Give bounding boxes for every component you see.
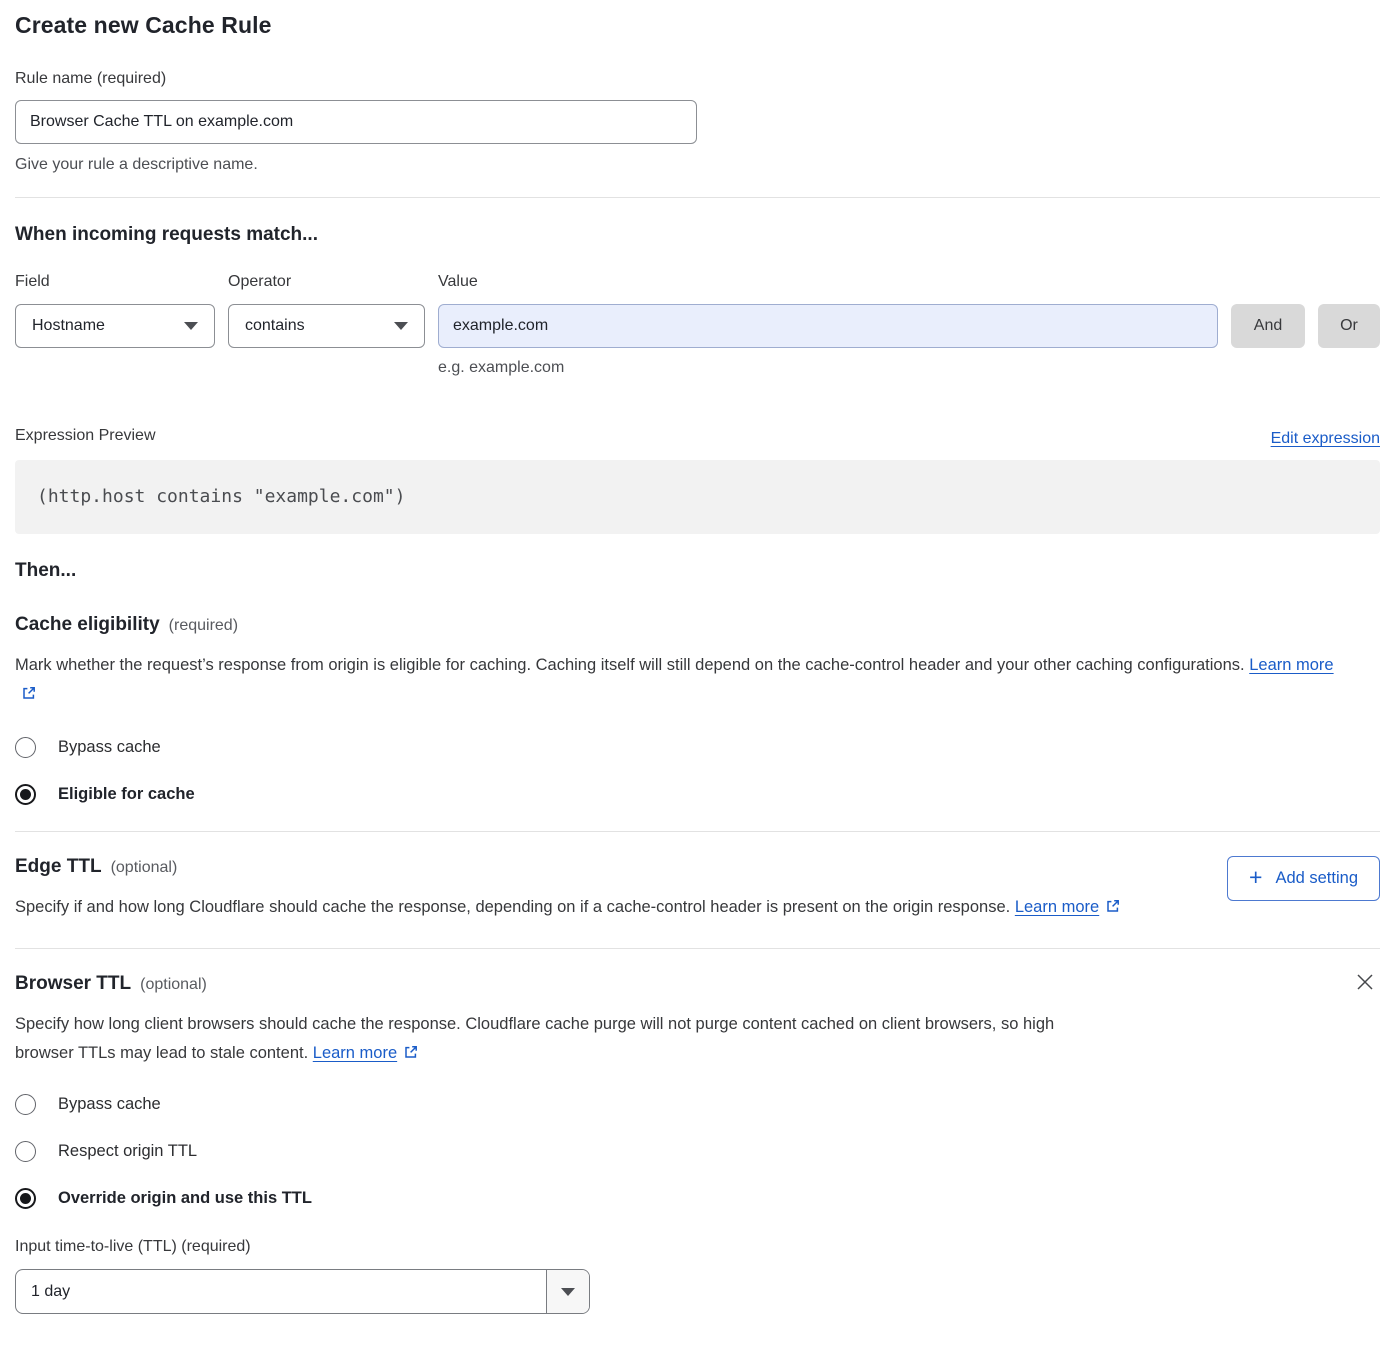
match-row: Field Hostname Operator contains Value A…: [15, 270, 1380, 348]
operator-select-value: contains: [245, 317, 305, 335]
radio-label: Respect origin TTL: [58, 1142, 197, 1161]
page-title: Create new Cache Rule: [15, 12, 1380, 39]
add-setting-label: Add setting: [1275, 869, 1358, 888]
edge-ttl-learn-more-link[interactable]: Learn more: [1015, 898, 1099, 916]
cache-eligibility-learn-more-link[interactable]: Learn more: [1249, 656, 1333, 674]
radio-icon[interactable]: [15, 1094, 36, 1115]
value-label: Value: [438, 270, 1218, 294]
ttl-select-value: 1 day: [16, 1270, 546, 1313]
field-select[interactable]: Hostname: [15, 304, 215, 348]
edge-ttl-description-text: Specify if and how long Cloudflare shoul…: [15, 898, 1010, 916]
external-link-icon: [1105, 895, 1121, 924]
radio-label: Bypass cache: [58, 1095, 161, 1114]
value-input[interactable]: [438, 304, 1218, 348]
field-label: Field: [15, 270, 215, 294]
cache-eligibility-radio-group: Bypass cache Eligible for cache: [15, 737, 1380, 805]
expression-preview-header: Expression Preview Edit expression: [15, 424, 1380, 448]
browser-ttl-radio-group: Bypass cache Respect origin TTL Override…: [15, 1094, 1380, 1209]
external-link-icon: [21, 682, 37, 711]
radio-icon[interactable]: [15, 1141, 36, 1162]
then-heading: Then...: [15, 558, 1380, 584]
rule-name-label: Rule name (required): [15, 67, 1380, 91]
browser-ttl-description: Specify how long client browsers should …: [15, 1010, 1115, 1070]
remove-browser-ttl-button[interactable]: [1350, 967, 1380, 1000]
radio-option-eligible-for-cache[interactable]: Eligible for cache: [15, 784, 1380, 805]
radio-option-respect-origin-ttl[interactable]: Respect origin TTL: [15, 1141, 1380, 1162]
chevron-down-icon: [394, 322, 408, 330]
radio-label: Eligible for cache: [58, 785, 195, 804]
operator-label: Operator: [228, 270, 425, 294]
browser-ttl-qualifier: (optional): [140, 976, 207, 994]
external-link-icon: [403, 1041, 419, 1070]
browser-ttl-section: Browser TTL (optional) Specify how long …: [15, 949, 1380, 1070]
browser-ttl-title: Browser TTL: [15, 971, 131, 997]
rule-name-input[interactable]: [15, 100, 697, 144]
rule-name-helper: Give your rule a descriptive name.: [15, 153, 1380, 177]
chevron-down-icon: [184, 322, 198, 330]
expression-code-box: (http.host contains "example.com"): [15, 460, 1380, 534]
browser-ttl-description-text: Specify how long client browsers should …: [15, 1015, 1054, 1062]
radio-label: Override origin and use this TTL: [58, 1189, 312, 1208]
edge-ttl-title: Edge TTL: [15, 854, 102, 880]
radio-icon[interactable]: [15, 784, 36, 805]
browser-ttl-header: Browser TTL (optional): [15, 971, 1350, 997]
browser-ttl-learn-more-link[interactable]: Learn more: [313, 1044, 397, 1062]
match-heading: When incoming requests match...: [15, 222, 1380, 248]
create-cache-rule-form: Create new Cache Rule Rule name (require…: [0, 0, 1400, 1334]
ttl-select[interactable]: 1 day: [15, 1269, 590, 1314]
radio-icon[interactable]: [15, 737, 36, 758]
edge-ttl-description: Specify if and how long Cloudflare shoul…: [15, 893, 1135, 924]
cache-eligibility-description: Mark whether the request’s response from…: [15, 651, 1355, 711]
radio-option-bypass-cache[interactable]: Bypass cache: [15, 737, 1380, 758]
or-button[interactable]: Or: [1318, 304, 1380, 348]
radio-option-bypass-cache[interactable]: Bypass cache: [15, 1094, 1380, 1115]
chevron-down-icon: [546, 1270, 589, 1313]
expression-preview-label: Expression Preview: [15, 424, 156, 448]
cache-eligibility-title: Cache eligibility: [15, 612, 160, 638]
and-button[interactable]: And: [1231, 304, 1305, 348]
radio-label: Bypass cache: [58, 738, 161, 757]
edge-ttl-qualifier: (optional): [111, 859, 178, 877]
cache-eligibility-qualifier: (required): [169, 617, 238, 635]
cache-eligibility-header: Cache eligibility (required): [15, 612, 1380, 638]
close-icon: [1354, 971, 1376, 993]
edit-expression-link[interactable]: Edit expression: [1271, 430, 1380, 448]
field-select-value: Hostname: [32, 317, 105, 335]
value-helper: e.g. example.com: [438, 356, 1380, 380]
ttl-input-section: Input time-to-live (TTL) (required) 1 da…: [15, 1235, 1380, 1314]
divider: [15, 197, 1380, 198]
radio-icon[interactable]: [15, 1188, 36, 1209]
operator-select[interactable]: contains: [228, 304, 425, 348]
add-setting-button[interactable]: + Add setting: [1227, 856, 1380, 901]
rule-name-section: Rule name (required) Give your rule a de…: [15, 67, 1380, 177]
edge-ttl-section: Edge TTL (optional) Specify if and how l…: [15, 832, 1380, 924]
radio-option-override-origin-ttl[interactable]: Override origin and use this TTL: [15, 1188, 1380, 1209]
ttl-label: Input time-to-live (TTL) (required): [15, 1235, 1380, 1259]
cache-eligibility-description-text: Mark whether the request’s response from…: [15, 656, 1245, 674]
edge-ttl-header: Edge TTL (optional): [15, 854, 1227, 880]
plus-icon: +: [1249, 866, 1262, 889]
